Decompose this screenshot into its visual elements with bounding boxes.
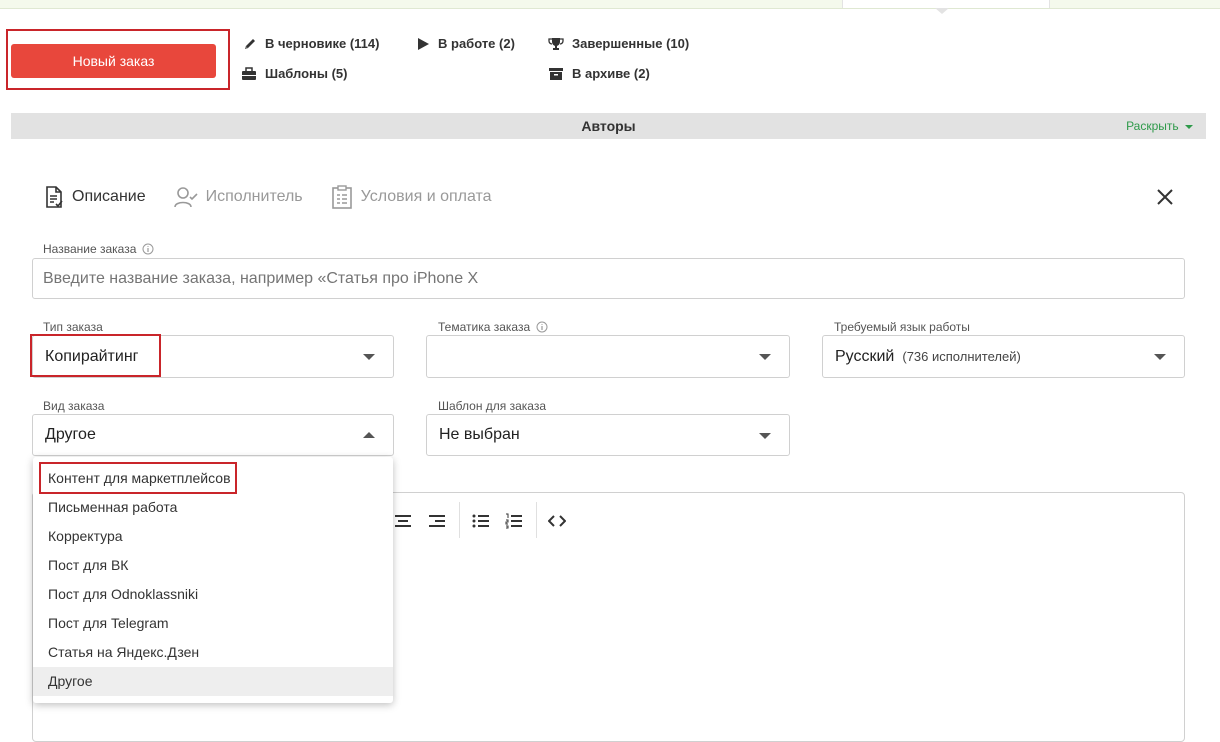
language-count: (736 исполнителей) xyxy=(902,349,1021,364)
dropdown-option-selected[interactable]: Другое xyxy=(33,667,393,696)
language-label: Требуемый язык работы xyxy=(834,320,970,334)
tab-performer[interactable]: Исполнитель xyxy=(173,186,303,208)
pencil-icon xyxy=(245,38,255,49)
template-select[interactable]: Не выбран xyxy=(426,414,790,456)
code-view-button[interactable] xyxy=(546,510,568,532)
dropdown-option[interactable]: Пост для Telegram xyxy=(33,609,393,638)
dropdown-option[interactable]: Пост для ВК xyxy=(33,551,393,580)
user-check-icon xyxy=(173,187,198,208)
expand-label: Раскрыть xyxy=(1126,119,1179,133)
topic-label: Тематика заказа xyxy=(438,320,531,334)
tab-terms[interactable]: Условия и оплата xyxy=(331,185,492,209)
topic-label-row: Тематика заказа xyxy=(438,320,548,334)
order-type-label: Тип заказа xyxy=(43,320,103,334)
tab-description-label: Описание xyxy=(72,188,146,205)
bullet-list-button[interactable] xyxy=(470,510,492,532)
tab-performer-label: Исполнитель xyxy=(205,188,303,205)
nav-drafts-label: В черновике (114) xyxy=(265,36,380,51)
order-name-label-row: Название заказа xyxy=(43,242,154,256)
top-tab xyxy=(842,0,1050,8)
nav-completed[interactable]: Завершенные (10) xyxy=(548,36,689,51)
dropdown-option[interactable]: Письменная работа xyxy=(33,493,393,522)
kind-select[interactable]: Другое xyxy=(32,414,394,456)
info-icon[interactable] xyxy=(536,321,548,333)
top-strip xyxy=(0,0,1220,14)
bullet-list-icon xyxy=(472,514,489,528)
nav-archive[interactable]: В архиве (2) xyxy=(548,66,650,81)
document-icon xyxy=(46,186,63,208)
dropdown-option[interactable]: Корректура xyxy=(33,522,393,551)
dropdown-option[interactable]: Статья на Яндекс.Дзен xyxy=(33,638,393,667)
nav-templates[interactable]: Шаблоны (5) xyxy=(241,66,347,81)
new-order-button[interactable]: Новый заказ xyxy=(11,44,216,78)
language-select[interactable]: Русский (736 исполнителей) xyxy=(822,335,1185,378)
template-value: Не выбран xyxy=(439,426,520,443)
template-label: Шаблон для заказа xyxy=(438,399,547,413)
briefcase-icon xyxy=(242,66,256,80)
trophy-icon xyxy=(548,37,564,50)
align-center-button[interactable] xyxy=(392,510,414,532)
tab-terms-label: Условия и оплата xyxy=(360,188,492,205)
nav-drafts[interactable]: В черновике (114) xyxy=(243,36,379,51)
authors-bar: Авторы Раскрыть xyxy=(11,113,1206,139)
nav-in-progress[interactable]: В работе (2) xyxy=(416,36,515,51)
chevron-down-icon xyxy=(759,354,771,360)
chevron-up-icon xyxy=(363,432,375,438)
close-button[interactable] xyxy=(1154,186,1176,208)
toolbar-divider xyxy=(459,502,460,538)
chevron-down-icon xyxy=(363,354,375,360)
code-icon xyxy=(548,515,566,527)
kind-label: Вид заказа xyxy=(43,399,105,413)
clipboard-icon xyxy=(331,185,352,209)
dropdown-option[interactable]: Пост для Odnoklassniki xyxy=(33,580,393,609)
align-center-icon xyxy=(395,515,411,527)
play-icon xyxy=(418,37,429,50)
nav-completed-label: Завершенные (10) xyxy=(572,36,690,51)
topic-select[interactable] xyxy=(426,335,790,378)
nav-templates-label: Шаблоны (5) xyxy=(265,66,348,81)
top-tab-pointer xyxy=(935,8,949,14)
close-icon xyxy=(1157,189,1173,205)
numbered-list-button[interactable] xyxy=(503,510,525,532)
expand-link[interactable]: Раскрыть xyxy=(1126,113,1193,139)
order-tabs: Описание Исполнитель Условия и оплата xyxy=(44,181,520,213)
align-right-icon xyxy=(429,515,445,527)
language-value: Русский xyxy=(835,347,895,365)
tab-description[interactable]: Описание xyxy=(44,186,146,208)
nav-archive-label: В архиве (2) xyxy=(572,66,650,81)
order-name-input[interactable] xyxy=(32,258,1185,299)
archive-icon xyxy=(549,67,563,80)
option-highlight xyxy=(39,462,237,494)
chevron-down-icon xyxy=(1154,354,1166,360)
align-right-button[interactable] xyxy=(426,510,448,532)
nav-in-progress-label: В работе (2) xyxy=(438,36,515,51)
kind-value: Другое xyxy=(45,426,96,443)
info-icon[interactable] xyxy=(142,243,154,255)
chevron-down-icon xyxy=(759,433,771,439)
numbered-list-icon xyxy=(505,513,522,529)
order-name-label: Название заказа xyxy=(43,242,137,256)
order-type-highlight xyxy=(30,334,161,377)
authors-title: Авторы xyxy=(581,118,636,134)
caret-down-icon xyxy=(1185,124,1193,129)
toolbar-divider xyxy=(536,502,537,538)
